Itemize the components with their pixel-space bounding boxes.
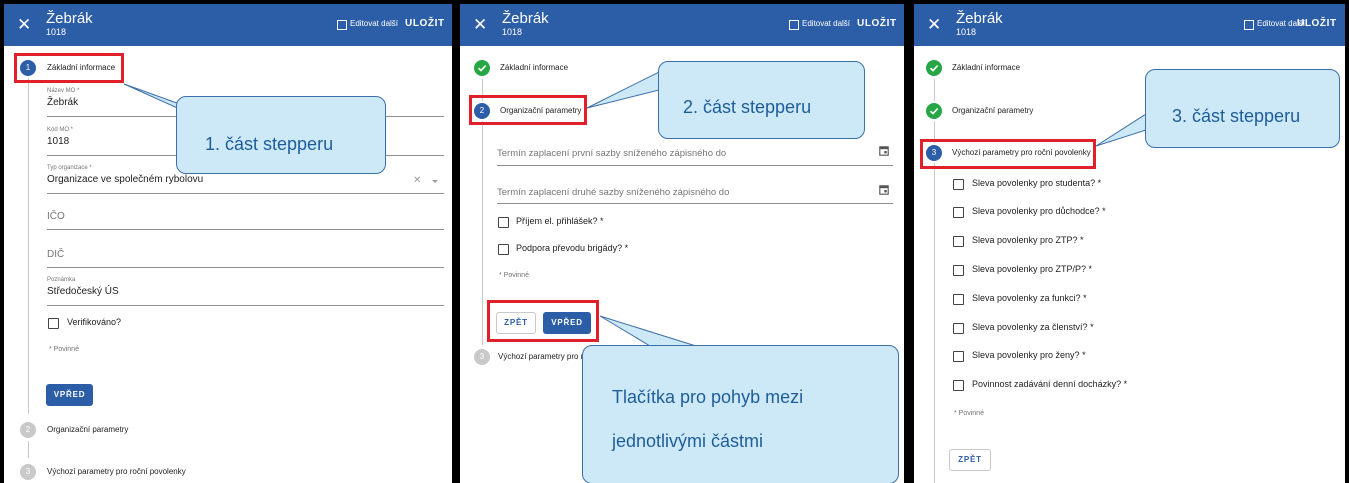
callout-text: 2. část stepperu <box>683 97 812 117</box>
stepper-screenshot-3: ✕ Žebrák 1018 Editovat další ULOŽIT Zákl… <box>914 4 1345 483</box>
checkbox-label: Sleva povolenky pro ZTP? * <box>972 235 1084 245</box>
checkbox-label: Povinnost zadávání denní docházky? * <box>972 379 1128 389</box>
step-3-label[interactable]: Výchozí parametry pro roční povolenky <box>47 467 186 477</box>
step-2-label[interactable]: Organizační parametry <box>47 425 128 435</box>
callout-text-line-1: Tlačítka pro pohyb mezi <box>612 387 804 407</box>
checkbox-ztpp-discount[interactable] <box>953 265 964 276</box>
ico-field[interactable]: IČO <box>47 211 65 223</box>
callout-text: 3. část stepperu <box>1172 106 1301 126</box>
stepper-screenshot-1: ✕ Žebrák 1018 Editovat další ULOŽIT 1 Zá… <box>4 4 452 483</box>
verified-label: Verifikováno? <box>67 317 122 327</box>
callout-step-1: 1. část stepperu <box>176 96 386 174</box>
verified-checkbox[interactable] <box>48 318 59 329</box>
next-button[interactable]: VPŘED <box>46 384 93 406</box>
checkbox-ztp-discount[interactable] <box>953 236 964 247</box>
callout-step-2: 2. část stepperu <box>658 61 865 139</box>
required-note: * Povinné <box>954 410 984 417</box>
checkbox-pensioner-discount[interactable] <box>953 207 964 218</box>
dic-field[interactable]: DIČ <box>47 249 64 261</box>
checkbox-label: Sleva povolenky za funkci? * <box>972 293 1087 303</box>
step-2-indicator[interactable]: 2 <box>20 422 36 438</box>
callout-step-3: 3. část stepperu <box>1145 69 1340 148</box>
checkbox-membership-discount[interactable] <box>953 323 964 334</box>
checkbox-attendance-required[interactable] <box>953 380 964 391</box>
note-field[interactable]: Středočeský ÚS <box>47 286 119 298</box>
checkbox-label: Sleva povolenky pro ZTP/P? * <box>972 264 1093 274</box>
checkbox-label: Sleva povolenky pro důchodce? * <box>972 206 1106 216</box>
checkbox-label: Sleva povolenky za členství? * <box>972 322 1094 332</box>
stepper-screenshot-2: ✕ Žebrák 1018 Editovat další ULOŽIT Zákl… <box>460 4 904 483</box>
checkbox-function-discount[interactable] <box>953 294 964 305</box>
callout-text-line-2: jednotlivými částmi <box>612 431 764 451</box>
note-field-label: Poznámka <box>47 277 76 283</box>
step-connector <box>934 163 935 483</box>
ico-underline <box>47 229 444 230</box>
required-note: * Povinné <box>49 346 79 353</box>
step-3-indicator[interactable]: 3 <box>20 464 36 480</box>
callout-buttons: Tlačítka pro pohyb mezi jednotlivými čás… <box>582 345 899 483</box>
checkbox-women-discount[interactable] <box>953 351 964 362</box>
note-underline <box>47 305 444 306</box>
checkbox-label: Sleva povolenky pro ženy? * <box>972 350 1086 360</box>
dic-underline <box>47 267 444 268</box>
step-connector <box>28 441 29 458</box>
back-button[interactable]: ZPĚT <box>949 449 991 471</box>
callout-text: 1. část stepperu <box>205 134 334 154</box>
